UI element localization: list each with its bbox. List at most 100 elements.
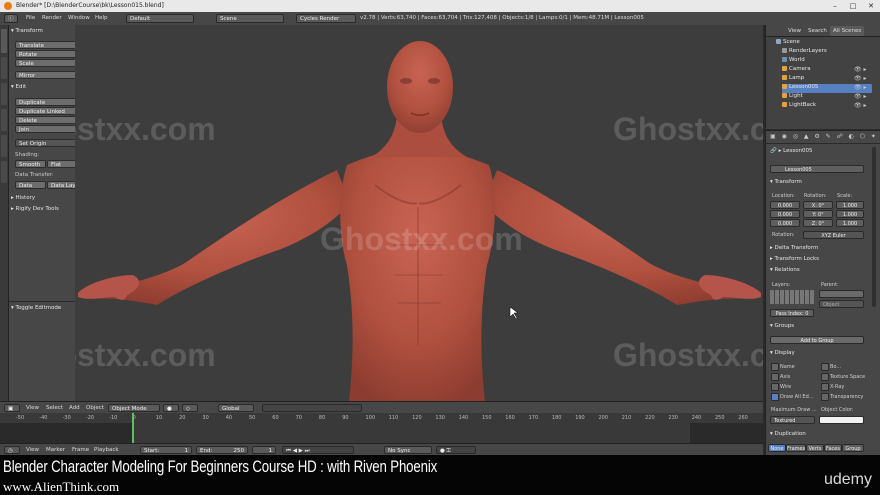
location-x-field[interactable]: 0.000: [770, 201, 800, 209]
join-button[interactable]: Join: [15, 125, 79, 133]
object-color-swatch[interactable]: [819, 416, 864, 424]
location-z-field[interactable]: 0.000: [770, 219, 800, 227]
close-icon[interactable]: ✕: [862, 0, 880, 12]
rotate-button[interactable]: Rotate: [15, 50, 79, 58]
scene-select[interactable]: Scene: [216, 14, 284, 23]
menu-add[interactable]: Add: [69, 405, 80, 411]
transform-panel-header[interactable]: ▾ Transform: [11, 28, 43, 34]
minimize-icon[interactable]: –: [826, 0, 844, 12]
keying-controls[interactable]: ● ⚿: [436, 446, 476, 454]
set-origin-select[interactable]: Set Origin: [15, 139, 79, 147]
tab-tools[interactable]: [1, 29, 7, 53]
start-frame-field[interactable]: Start: 1: [140, 446, 192, 454]
duplicate-button[interactable]: Duplicate: [15, 98, 79, 106]
transform-panel-header[interactable]: ▾ Transform: [770, 179, 802, 185]
properties-tabs[interactable]: ▣ ◉ ◎ ▲ ⚙ ✎ ☍ ◐ ⬡ ✦: [766, 131, 880, 144]
orientation-select[interactable]: Global: [218, 404, 254, 412]
editor-type-icon[interactable]: ⓘ: [4, 14, 18, 23]
dup-tab-frames[interactable]: Frames: [786, 444, 806, 452]
tab-grease-pencil[interactable]: [1, 161, 7, 183]
bounds-checkbox[interactable]: [821, 363, 829, 371]
delta-transform-header[interactable]: ▸ Delta Transform: [770, 245, 818, 251]
tab-create[interactable]: [1, 57, 7, 79]
menu-render[interactable]: Render: [42, 15, 62, 21]
scale-y-field[interactable]: 1.000: [836, 210, 864, 218]
current-frame-field[interactable]: 1: [252, 446, 276, 454]
duplication-panel-header[interactable]: ▾ Duplication: [770, 431, 806, 437]
3d-viewport[interactable]: Ghostxx.com Ghostxx.com Ghostxx.com Ghos…: [75, 25, 763, 402]
tab-physics[interactable]: [1, 135, 7, 157]
visibility-eye-icon[interactable]: 👁 ▸: [854, 93, 867, 100]
context-tab-icons[interactable]: ▣ ◉ ◎ ▲ ⚙ ✎ ☍ ◐ ⬡ ✦: [770, 133, 878, 140]
tab-relations[interactable]: [1, 83, 7, 105]
properties-scrollbar[interactable]: [872, 147, 876, 307]
location-y-field[interactable]: 0.000: [770, 210, 800, 218]
menu-playback[interactable]: Playback: [94, 447, 119, 453]
scale-button[interactable]: Scale: [15, 59, 79, 67]
translate-button[interactable]: Translate: [15, 41, 79, 49]
rotation-z-field[interactable]: Z: 0°: [803, 219, 833, 227]
outliner-item-renderlayers[interactable]: RenderLayers: [782, 48, 827, 57]
texture-space-checkbox[interactable]: [821, 373, 829, 381]
duplicate-linked-button[interactable]: Duplicate Linked: [15, 107, 79, 115]
outliner-item-camera[interactable]: Camera: [782, 66, 811, 75]
data-button[interactable]: Data: [15, 181, 46, 189]
toggle-editmode-header[interactable]: ▾ Toggle Editmode: [11, 305, 61, 311]
parent-type-select[interactable]: Object: [819, 300, 864, 308]
delete-button[interactable]: Delete: [15, 116, 79, 124]
outliner-tab-all-scenes[interactable]: All Scenes: [830, 26, 865, 36]
rotation-mode-select[interactable]: XYZ Euler: [803, 231, 864, 239]
menu-select[interactable]: Select: [46, 405, 63, 411]
edit-panel-header[interactable]: ▾ Edit: [11, 84, 26, 90]
layer-buttons[interactable]: [262, 404, 362, 412]
rotation-y-field[interactable]: Y: 0°: [803, 210, 833, 218]
visibility-eye-icon[interactable]: 👁 ▸: [854, 84, 867, 91]
transform-locks-header[interactable]: ▸ Transform Locks: [770, 256, 819, 262]
relations-panel-header[interactable]: ▾ Relations: [770, 267, 800, 273]
transparency-checkbox[interactable]: [821, 393, 829, 401]
dup-tab-verts[interactable]: Verts: [806, 444, 824, 452]
smooth-button[interactable]: Smooth: [15, 160, 46, 168]
rigify-panel-header[interactable]: ▸ Rigify Dev Tools: [11, 206, 59, 212]
add-to-group-button[interactable]: Add to Group: [770, 336, 864, 344]
object-name-field[interactable]: Lesson005: [770, 165, 864, 173]
shading-icon[interactable]: ●: [163, 404, 179, 412]
mode-select[interactable]: Object Mode: [108, 404, 160, 412]
outliner-item-lamp[interactable]: Lamp: [782, 75, 804, 84]
history-panel-header[interactable]: ▸ History: [11, 195, 35, 201]
layer-grid[interactable]: [770, 290, 814, 304]
menu-view[interactable]: View: [26, 447, 39, 453]
xray-checkbox[interactable]: [821, 383, 829, 391]
groups-panel-header[interactable]: ▾ Groups: [770, 323, 794, 329]
outliner-tab-search[interactable]: Search: [808, 28, 827, 34]
editor-type-icon[interactable]: ▣: [4, 404, 20, 412]
dup-tab-none[interactable]: None: [768, 444, 786, 452]
visibility-eye-icon[interactable]: 👁 ▸: [854, 102, 867, 109]
layout-select[interactable]: Default: [126, 14, 194, 23]
rotation-x-field[interactable]: X: 0°: [803, 201, 833, 209]
current-frame-marker[interactable]: [132, 413, 134, 443]
maximize-icon[interactable]: □: [844, 0, 862, 12]
pass-index-field[interactable]: Pass Index: 0: [770, 309, 814, 317]
draw-all-edges-checkbox[interactable]: [771, 393, 779, 401]
wire-checkbox[interactable]: [771, 383, 779, 391]
mirror-button[interactable]: Mirror: [15, 71, 79, 79]
timeline[interactable]: -50 -40 -30 -20 -10 0 10 20 30 40 50 60 70 80 90 100 110…: [0, 413, 763, 443]
scale-x-field[interactable]: 1.000: [836, 201, 864, 209]
menu-file[interactable]: File: [26, 15, 35, 21]
name-checkbox[interactable]: [771, 363, 779, 371]
outliner-tab-view[interactable]: View: [788, 28, 801, 34]
outliner-item-lightback[interactable]: LightBack: [782, 102, 816, 111]
menu-object[interactable]: Object: [86, 405, 104, 411]
render-engine-select[interactable]: Cycles Render: [296, 14, 356, 23]
dup-tab-faces[interactable]: Faces: [824, 444, 842, 452]
outliner-item-light[interactable]: Light: [782, 93, 803, 102]
menu-view[interactable]: View: [26, 405, 39, 411]
outliner-item-scene[interactable]: Scene: [776, 39, 800, 48]
tab-animation[interactable]: [1, 109, 7, 131]
menu-window[interactable]: Window: [68, 15, 90, 21]
sync-select[interactable]: No Sync: [384, 446, 432, 454]
editor-type-icon[interactable]: ◷: [4, 446, 20, 454]
axis-checkbox[interactable]: [771, 373, 779, 381]
menu-frame[interactable]: Frame: [72, 447, 89, 453]
